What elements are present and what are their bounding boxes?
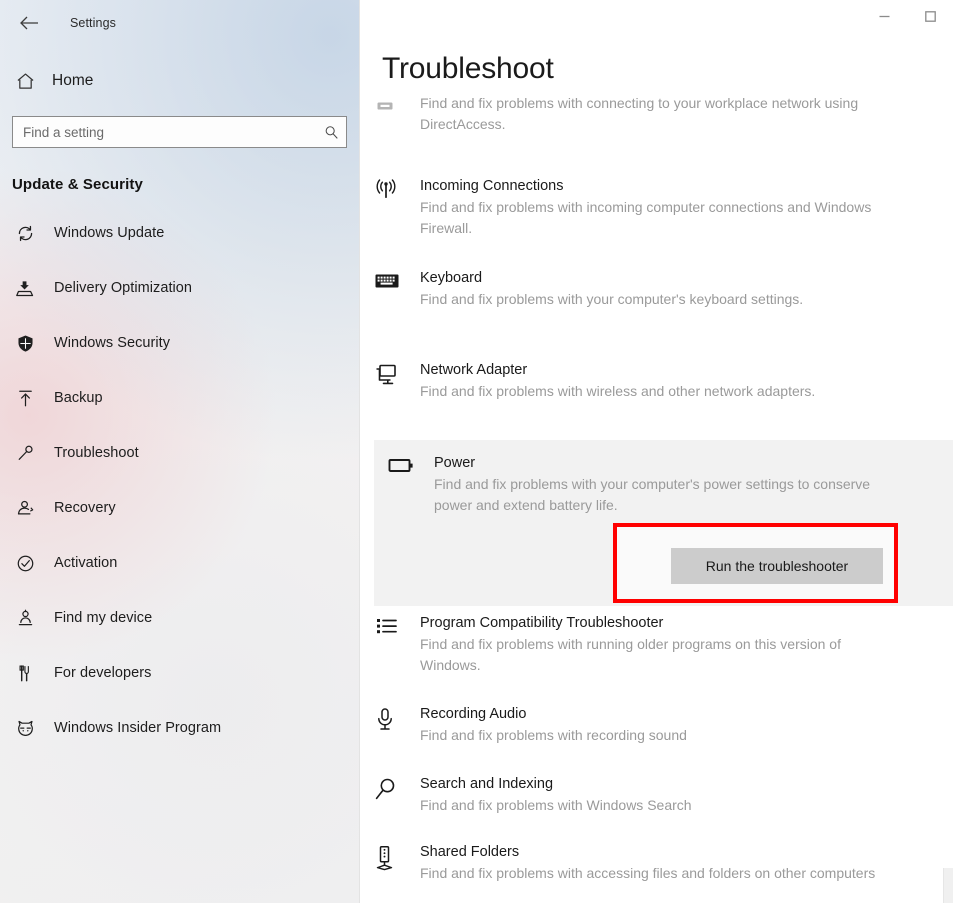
ninjacat-icon: [10, 716, 40, 740]
troubleshooter-title: Search and Indexing: [420, 776, 554, 792]
troubleshooter-description: Find and fix problems with connecting to…: [420, 95, 859, 132]
app-title: Settings: [70, 16, 116, 30]
troubleshooter-text: Program Compatibility Troubleshooter Fin…: [420, 614, 931, 676]
sidebar-item-delivery-optimization[interactable]: Delivery Optimization: [0, 272, 359, 304]
sidebar-item-recovery[interactable]: Recovery: [0, 492, 359, 524]
troubleshooter-item-search-and-indexing[interactable]: Search and Indexing Find and fix problem…: [360, 775, 953, 816]
troubleshooter-description: Find and fix problems with incoming comp…: [420, 199, 872, 236]
tools-icon: [10, 661, 40, 685]
search-input[interactable]: [13, 117, 316, 147]
troubleshooter-text: Network Adapter Find and fix problems wi…: [420, 361, 931, 402]
settings-sidebar: Settings Home Updat: [0, 0, 360, 903]
troubleshooter-item-directaccess[interactable]: Find and fix problems with connecting to…: [360, 95, 953, 135]
sidebar-item-label: For developers: [54, 665, 152, 681]
sidebar-item-windows-security[interactable]: Windows Security: [0, 327, 359, 359]
check-circle-icon: [10, 551, 40, 575]
page-title: Troubleshoot: [382, 52, 554, 85]
troubleshooter-text: Find and fix problems with connecting to…: [420, 95, 931, 135]
maximize-button[interactable]: [907, 0, 953, 32]
home-icon: [10, 72, 40, 90]
locate-person-icon: [10, 606, 40, 630]
troubleshooter-title: Recording Audio: [420, 706, 527, 722]
troubleshooter-title: Shared Folders: [420, 844, 520, 860]
troubleshooter-title: Network Adapter: [420, 362, 528, 378]
sidebar-item-activation[interactable]: Activation: [0, 547, 359, 579]
troubleshooter-description: Find and fix problems with recording sou…: [420, 727, 687, 743]
troubleshooter-text: Recording Audio Find and fix problems wi…: [420, 705, 931, 746]
troubleshooter-description: Find and fix problems with running older…: [420, 636, 841, 673]
sidebar-nav-list: Windows Update Delivery Optimization Win…: [0, 217, 359, 744]
section-heading: Update & Security: [12, 176, 143, 193]
main-content: Troubleshoot Find and fix problems with …: [360, 0, 953, 903]
troubleshooter-text: Keyboard Find and fix problems with your…: [420, 269, 931, 310]
battery-icon: [388, 454, 434, 606]
sidebar-item-windows-update[interactable]: Windows Update: [0, 217, 359, 249]
troubleshooter-text: Incoming Connections Find and fix proble…: [420, 177, 931, 239]
search-box[interactable]: [12, 116, 347, 148]
back-arrow-icon[interactable]: [14, 8, 44, 38]
upload-icon: [10, 386, 40, 410]
troubleshooter-description: Find and fix problems with Windows Searc…: [420, 797, 692, 813]
shield-icon: [10, 331, 40, 355]
troubleshooter-description: Find and fix problems with your computer…: [434, 476, 871, 513]
troubleshooter-text: Shared Folders Find and fix problems wit…: [420, 843, 931, 884]
troubleshooter-title: Power: [434, 455, 476, 471]
window-controls: [861, 0, 953, 32]
monitor-icon: [374, 361, 420, 402]
troubleshooter-description: Find and fix problems with wireless and …: [420, 383, 816, 399]
troubleshooter-title: Incoming Connections: [420, 178, 564, 194]
run-the-troubleshooter-button[interactable]: Run the troubleshooter: [671, 548, 883, 584]
sidebar-item-label: Backup: [54, 390, 103, 406]
scrollbar[interactable]: [943, 868, 953, 903]
troubleshooter-title: Keyboard: [420, 270, 483, 286]
sidebar-titlebar: Settings: [0, 0, 359, 46]
delivery-icon: [10, 276, 40, 300]
sync-icon: [10, 221, 40, 245]
troubleshooter-item-shared-folders[interactable]: Shared Folders Find and fix problems wit…: [360, 843, 953, 884]
wrench-icon: [10, 441, 40, 465]
troubleshooter-description: Find and fix problems with your computer…: [420, 291, 804, 307]
sidebar-item-label: Recovery: [54, 500, 116, 516]
troubleshooter-item-keyboard[interactable]: Keyboard Find and fix problems with your…: [360, 269, 953, 310]
server-icon: [374, 843, 420, 884]
troubleshooter-item-recording-audio[interactable]: Recording Audio Find and fix problems wi…: [360, 705, 953, 746]
troubleshooter-item-network-adapter[interactable]: Network Adapter Find and fix problems wi…: [360, 361, 953, 402]
sidebar-item-label: Delivery Optimization: [54, 280, 193, 296]
list-icon: [374, 614, 420, 676]
keyboard-icon: [374, 269, 420, 310]
settings-window: Settings Home Updat: [0, 0, 953, 903]
troubleshooter-item-program-compatibility[interactable]: Program Compatibility Troubleshooter Fin…: [360, 614, 953, 676]
sidebar-item-label: Activation: [54, 555, 118, 571]
sidebar-item-label: Windows Security: [54, 335, 171, 351]
minimize-button[interactable]: [861, 0, 907, 32]
troubleshooter-item-incoming-connections[interactable]: Incoming Connections Find and fix proble…: [360, 177, 953, 239]
sidebar-item-for-developers[interactable]: For developers: [0, 657, 359, 689]
microphone-icon: [374, 705, 420, 746]
sidebar-item-home[interactable]: Home: [0, 64, 359, 98]
search-icon[interactable]: [316, 125, 346, 140]
home-label: Home: [52, 72, 94, 89]
sidebar-item-label: Windows Update: [54, 225, 165, 241]
troubleshooter-text: Search and Indexing Find and fix problem…: [420, 775, 931, 816]
sidebar-item-label: Find my device: [54, 610, 153, 626]
sidebar-item-label: Troubleshoot: [54, 445, 139, 461]
sidebar-item-find-my-device[interactable]: Find my device: [0, 602, 359, 634]
broadcast-icon: [374, 177, 420, 239]
recovery-icon: [10, 496, 40, 520]
sidebar-item-troubleshoot[interactable]: Troubleshoot: [0, 437, 359, 469]
sidebar-item-windows-insider-program[interactable]: Windows Insider Program: [0, 712, 359, 744]
search-wrapper: [0, 116, 359, 148]
troubleshooter-description: Find and fix problems with accessing fil…: [420, 865, 876, 881]
sidebar-item-backup[interactable]: Backup: [0, 382, 359, 414]
sidebar-item-label: Windows Insider Program: [54, 720, 222, 736]
troubleshooter-title: Program Compatibility Troubleshooter: [420, 615, 664, 631]
directaccess-icon: [374, 96, 420, 135]
magnifier-icon: [374, 775, 420, 816]
